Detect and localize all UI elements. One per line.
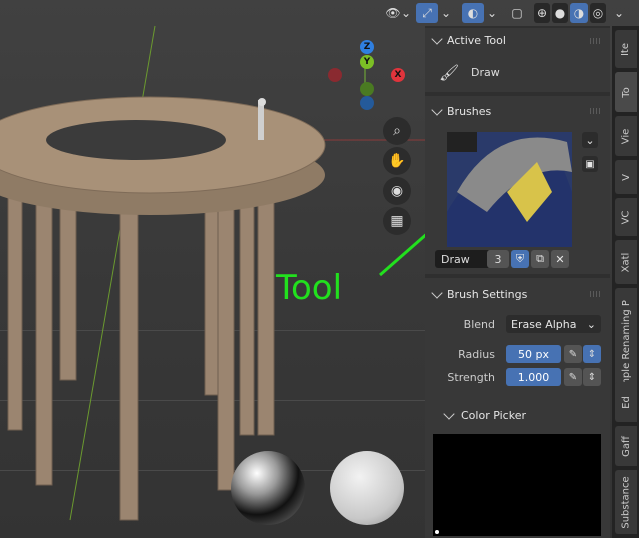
color-picker-area[interactable] bbox=[433, 434, 601, 536]
gizmo-y-icon[interactable]: Y bbox=[360, 55, 374, 69]
chevron-down-icon[interactable]: ⌄ bbox=[400, 3, 412, 23]
radius-unit-icon[interactable]: ⇕ bbox=[583, 345, 601, 363]
chevron-down-icon[interactable]: ⌄ bbox=[440, 3, 452, 23]
brush-settings-section: Brush Settings Blend Erase Alpha ⌄ Radiu… bbox=[425, 278, 610, 538]
tab-item[interactable]: Ite bbox=[615, 30, 637, 68]
chevron-down-icon[interactable]: ⌄ bbox=[486, 3, 498, 23]
chevron-down-icon[interactable] bbox=[431, 33, 443, 45]
close-icon[interactable]: ✕ bbox=[551, 250, 569, 268]
brush-thumbnail bbox=[447, 132, 572, 247]
tab-v[interactable]: V bbox=[615, 160, 637, 194]
tab-vc[interactable]: VC bbox=[615, 198, 637, 236]
camera-icon[interactable]: ◉ bbox=[383, 177, 411, 205]
tab-gaff[interactable]: Gaff bbox=[615, 426, 637, 466]
chevron-down-icon[interactable]: ⌄ bbox=[612, 3, 626, 23]
strength-pressure-icon[interactable]: ⇕ bbox=[583, 368, 601, 386]
viewport-header: 👁 ⌄ ⤢ ⌄ ◐ ⌄ ▢ ⊕ ● ◑ ◎ ⌄ bbox=[0, 0, 639, 26]
gizmo-neg-z-icon[interactable] bbox=[360, 96, 374, 110]
brush-name-field[interactable]: Draw bbox=[435, 250, 491, 268]
tab-xatl[interactable]: Xatl bbox=[615, 240, 637, 284]
chevron-down-icon[interactable] bbox=[431, 287, 443, 299]
perspective-grid-icon[interactable]: ▦ bbox=[383, 207, 411, 235]
pressure-pen-icon[interactable]: ✎ bbox=[564, 345, 582, 363]
wireframe-icon[interactable]: ⊕ bbox=[534, 3, 550, 23]
chevron-down-icon[interactable] bbox=[431, 104, 443, 116]
drag-handle-icon[interactable] bbox=[590, 291, 602, 297]
annotation-text: Tool bbox=[276, 268, 343, 308]
gizmo-neg-x-icon[interactable] bbox=[328, 68, 342, 82]
section-title[interactable]: Active Tool bbox=[447, 34, 506, 47]
active-tool-section: Active Tool 🖌 Draw bbox=[425, 28, 610, 92]
chevron-down-icon[interactable]: ⌄ bbox=[582, 132, 598, 148]
blend-value: Erase Alpha bbox=[511, 317, 577, 331]
tab-ed[interactable]: Ed bbox=[615, 382, 637, 422]
sidebar-panel: Active Tool 🖌 Draw Brushes ⌄ ▣ Draw 3 ⛨ … bbox=[425, 26, 610, 538]
gizmo-z-icon[interactable]: Z bbox=[360, 40, 374, 54]
image-icon[interactable]: ▣ bbox=[582, 156, 598, 172]
radius-field[interactable]: 50 px bbox=[506, 345, 561, 363]
pressure-pen-icon[interactable]: ✎ bbox=[564, 368, 582, 386]
section-title[interactable]: Brush Settings bbox=[447, 288, 527, 301]
drag-handle-icon[interactable] bbox=[590, 38, 602, 44]
overlay-icon[interactable]: ◐ bbox=[462, 3, 484, 23]
radius-label: Radius bbox=[458, 348, 495, 361]
brush-users-count[interactable]: 3 bbox=[487, 250, 509, 268]
fake-user-shield-icon[interactable]: ⛨ bbox=[511, 250, 529, 268]
gizmo-x-icon[interactable]: X bbox=[391, 68, 405, 82]
gizmo-icon[interactable]: ⤢ bbox=[416, 3, 438, 23]
material-icon[interactable]: ◑ bbox=[570, 3, 588, 23]
pan-hand-icon[interactable]: ✋ bbox=[383, 147, 411, 175]
strength-label: Strength bbox=[447, 371, 495, 384]
blend-select[interactable]: Erase Alpha ⌄ bbox=[506, 315, 601, 333]
brushes-section: Brushes ⌄ ▣ Draw 3 ⛨ ⧉ ✕ bbox=[425, 96, 610, 274]
subpanel-title[interactable]: Color Picker bbox=[461, 409, 526, 422]
tab-substance[interactable]: Substance bbox=[615, 470, 637, 534]
duplicate-icon[interactable]: ⧉ bbox=[531, 250, 549, 268]
gizmo-neg-y-icon[interactable] bbox=[360, 82, 374, 96]
drag-handle-icon[interactable] bbox=[590, 108, 602, 114]
brush-icon[interactable]: 🖌 bbox=[439, 63, 459, 82]
color-picker-cursor bbox=[435, 530, 439, 534]
tab-view[interactable]: Vie bbox=[615, 116, 637, 156]
solid-icon[interactable]: ● bbox=[552, 3, 568, 23]
chevron-down-icon[interactable] bbox=[443, 408, 455, 420]
brush-preview[interactable] bbox=[447, 132, 572, 247]
section-title[interactable]: Brushes bbox=[447, 105, 491, 118]
chevron-down-icon: ⌄ bbox=[586, 317, 596, 331]
strength-field[interactable]: 1.000 bbox=[506, 368, 561, 386]
xray-icon[interactable]: ▢ bbox=[508, 3, 526, 23]
active-tool-name: Draw bbox=[471, 66, 500, 79]
tab-tool[interactable]: To bbox=[615, 72, 637, 112]
rendered-icon[interactable]: ◎ bbox=[590, 3, 606, 23]
sidebar-tabs: Ite To Vie V VC Xatl Simple Renaming P E… bbox=[612, 26, 639, 538]
blend-label: Blend bbox=[463, 318, 495, 331]
zoom-icon[interactable]: ⌕ bbox=[383, 117, 411, 145]
